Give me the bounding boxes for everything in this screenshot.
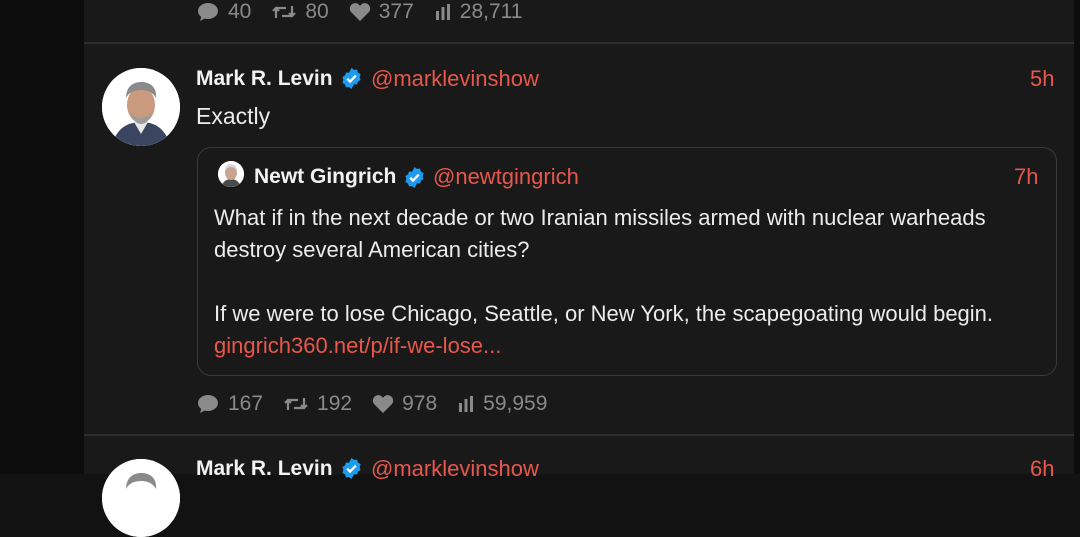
next-author-handle[interactable]: @marklevinshow [371,456,539,482]
quoted-tweet-timestamp[interactable]: 7h [1014,164,1038,190]
next-author-avatar[interactable] [102,459,180,537]
reply-stat[interactable]: 40 [196,0,251,24]
tweet-divider [84,42,1074,44]
verified-badge-icon [405,166,424,189]
tweet-text: Exactly [196,103,271,129]
retweet-icon [272,6,297,18]
quoted-author-name[interactable]: Newt Gingrich [254,165,396,189]
views-stat[interactable]: 59,959 [457,392,547,416]
next-tweet-timestamp[interactable]: 6h [1030,456,1054,482]
like-count: 377 [378,0,414,23]
reply-stat[interactable]: 167 [196,392,263,416]
quoted-paragraph-2-text: If we were to lose Chicago, Seattle, or … [214,301,994,326]
like-count: 978 [402,392,438,415]
tweet-divider [84,434,1074,436]
quoted-link[interactable]: gingrich360.net/p/if-we-lose... [214,333,501,358]
verified-badge-icon [342,457,361,480]
avatar-portrait-icon [102,459,180,537]
views-stat[interactable]: 28,711 [434,0,523,24]
reply-icon [198,395,218,413]
author-handle[interactable]: @marklevinshow [371,66,539,92]
reply-count: 167 [228,392,264,415]
views-count: 59,959 [483,392,548,415]
retweet-count: 192 [317,392,353,415]
tweet-stats: 167 192 978 59,959 [196,390,567,418]
quoted-paragraph-2: If we were to lose Chicago, Seattle, or … [214,298,1034,362]
views-bar-chart-icon [435,4,450,20]
quoted-paragraph-1: What if in the next decade or two Irania… [214,205,986,262]
tweet-timestamp[interactable]: 5h [1030,66,1054,92]
views-bar-chart-icon [459,396,474,412]
retweet-stat[interactable]: 80 [271,0,329,24]
retweet-count: 80 [305,0,329,23]
retweet-stat[interactable]: 192 [283,392,352,416]
right-margin [1074,0,1080,474]
left-margin [0,0,84,474]
reply-count: 40 [228,0,252,23]
quoted-author-avatar[interactable] [218,161,244,187]
avatar-portrait-icon [102,68,180,146]
quoted-tweet-body: What if in the next decade or two Irania… [214,202,1034,362]
reply-icon [198,3,218,21]
verified-badge-icon [342,67,361,90]
like-stat[interactable]: 377 [349,0,414,24]
previous-tweet-stats: 40 80 377 28,711 [196,0,542,24]
quoted-author-handle[interactable]: @newtgingrich [433,164,579,190]
heart-icon [349,3,370,21]
heart-icon [372,395,394,413]
author-name[interactable]: Mark R. Levin [196,67,333,91]
author-avatar[interactable] [102,68,180,146]
avatar-portrait-icon [218,161,244,187]
next-author-name[interactable]: Mark R. Levin [196,457,333,481]
retweet-icon [284,398,308,410]
views-count: 28,711 [459,0,523,23]
like-stat[interactable]: 978 [372,392,437,416]
